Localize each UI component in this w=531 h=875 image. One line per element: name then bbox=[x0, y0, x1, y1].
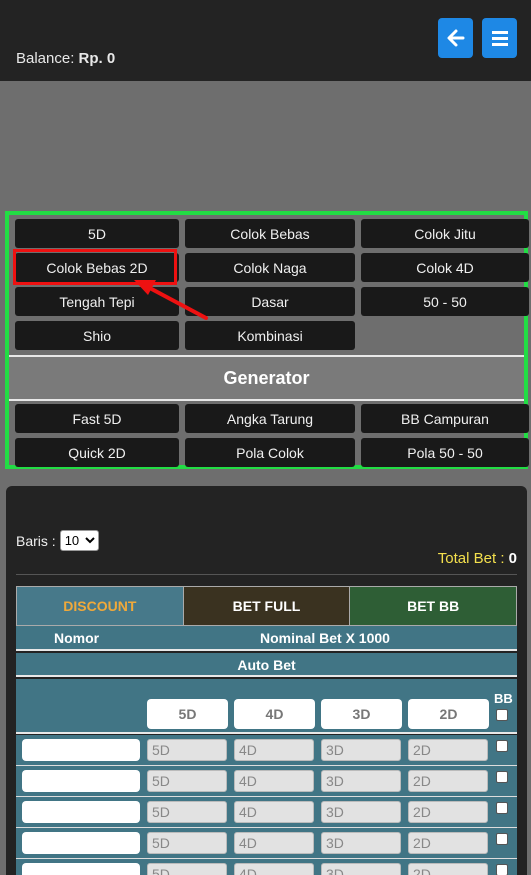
nomor-input[interactable] bbox=[22, 770, 140, 792]
game-kombinasi-button[interactable]: Kombinasi bbox=[185, 321, 355, 350]
tab-bet-bb[interactable]: BET BB bbox=[350, 587, 517, 625]
bb-checkbox[interactable] bbox=[496, 802, 508, 814]
bet-2d-input[interactable]: 2D bbox=[408, 770, 488, 792]
back-button[interactable] bbox=[438, 18, 473, 58]
gen-bb-campuran-button[interactable]: BB Campuran bbox=[361, 404, 529, 433]
menu-button[interactable] bbox=[482, 18, 517, 58]
col-nomor: Nomor bbox=[54, 630, 100, 646]
bet-4d-input[interactable]: 4D bbox=[234, 832, 314, 854]
bet-2d-input[interactable]: 2D bbox=[408, 832, 488, 854]
bet-4d-input[interactable]: 4D bbox=[234, 863, 314, 875]
bet-2d-input[interactable]: 2D bbox=[408, 863, 488, 875]
bb-checkbox[interactable] bbox=[496, 833, 508, 845]
bet-3d-input[interactable]: 3D bbox=[321, 863, 401, 875]
nomor-input[interactable] bbox=[22, 739, 140, 761]
gen-pola-50-50-button[interactable]: Pola 50 - 50 bbox=[361, 438, 529, 467]
bet-5d-input[interactable]: 5D bbox=[147, 801, 227, 823]
bet-3d-input[interactable]: 3D bbox=[321, 770, 401, 792]
bet-4d-input[interactable]: 4D bbox=[234, 739, 314, 761]
balance-display: Balance: Rp. 0 bbox=[16, 50, 115, 67]
bet-5d-input[interactable]: 5D bbox=[147, 770, 227, 792]
balance-label: Balance: bbox=[16, 50, 75, 67]
game-shio-button[interactable]: Shio bbox=[15, 321, 179, 350]
auto-5d-input[interactable]: 5D bbox=[147, 699, 228, 729]
auto-2d-input[interactable]: 2D bbox=[408, 699, 489, 729]
nomor-input[interactable] bbox=[22, 832, 140, 854]
bb-checkbox[interactable] bbox=[496, 740, 508, 752]
game-colok-naga-button[interactable]: Colok Naga bbox=[185, 253, 355, 282]
col-nominal: Nominal Bet X 1000 bbox=[260, 630, 390, 646]
bet-4d-input[interactable]: 4D bbox=[234, 801, 314, 823]
game-menu: 5D Colok Bebas Colok Jitu Colok Bebas 2D… bbox=[5, 211, 529, 469]
table-row: 5D 4D 3D 2D bbox=[16, 766, 517, 797]
bet-4d-input[interactable]: 4D bbox=[234, 770, 314, 792]
game-5d-button[interactable]: 5D bbox=[15, 219, 179, 248]
total-bet: Total Bet : 0 bbox=[438, 550, 517, 567]
top-bar: Balance: Rp. 0 bbox=[0, 0, 531, 81]
tab-bet-full[interactable]: BET FULL bbox=[182, 587, 351, 625]
bet-3d-input[interactable]: 3D bbox=[321, 801, 401, 823]
gen-quick-2d-button[interactable]: Quick 2D bbox=[15, 438, 179, 467]
bet-2d-input[interactable]: 2D bbox=[408, 739, 488, 761]
hamburger-menu-icon bbox=[491, 31, 508, 46]
table-row: 5D 4D 3D 2D bbox=[16, 828, 517, 859]
game-50-50-button[interactable]: 50 - 50 bbox=[361, 287, 529, 316]
auto-bet-row: 5D 4D 3D 2D BB bbox=[16, 679, 517, 734]
table-row: 5D 4D 3D 2D bbox=[16, 735, 517, 766]
nomor-input[interactable] bbox=[22, 863, 140, 875]
bb-all-checkbox[interactable] bbox=[496, 709, 508, 721]
baris-select[interactable]: 10 bbox=[59, 530, 99, 551]
auto-bet-heading: Auto Bet bbox=[16, 653, 517, 677]
baris-label: Baris : bbox=[16, 532, 56, 549]
table-row: 5D 4D 3D 2D bbox=[16, 797, 517, 828]
bet-panel: Baris : 10 Total Bet : 0 DISCOUNT BET FU… bbox=[6, 486, 527, 875]
tab-discount[interactable]: DISCOUNT bbox=[17, 587, 183, 625]
bb-label: BB bbox=[494, 691, 513, 706]
game-colok-bebas-button[interactable]: Colok Bebas bbox=[185, 219, 355, 248]
arrow-left-icon bbox=[447, 29, 464, 47]
bb-checkbox[interactable] bbox=[496, 864, 508, 875]
nomor-input[interactable] bbox=[22, 801, 140, 823]
bet-5d-input[interactable]: 5D bbox=[147, 739, 227, 761]
baris-control: Baris : 10 bbox=[16, 530, 99, 551]
game-colok-jitu-button[interactable]: Colok Jitu bbox=[361, 219, 529, 248]
bet-5d-input[interactable]: 5D bbox=[147, 832, 227, 854]
bet-5d-input[interactable]: 5D bbox=[147, 863, 227, 875]
total-bet-label: Total Bet : bbox=[437, 550, 505, 567]
bb-checkbox[interactable] bbox=[496, 771, 508, 783]
gen-fast-5d-button[interactable]: Fast 5D bbox=[15, 404, 179, 433]
bet-2d-input[interactable]: 2D bbox=[408, 801, 488, 823]
table-row: 5D 4D 3D 2D bbox=[16, 859, 517, 875]
bet-3d-input[interactable]: 3D bbox=[321, 832, 401, 854]
game-tengah-tepi-button[interactable]: Tengah Tepi bbox=[15, 287, 179, 316]
bet-3d-input[interactable]: 3D bbox=[321, 739, 401, 761]
balance-value: Rp. 0 bbox=[78, 50, 116, 67]
table-header: Nomor Nominal Bet X 1000 bbox=[16, 626, 517, 651]
game-dasar-button[interactable]: Dasar bbox=[185, 287, 355, 316]
gen-angka-tarung-button[interactable]: Angka Tarung bbox=[185, 404, 355, 433]
generator-heading: Generator bbox=[9, 355, 524, 401]
divider bbox=[16, 574, 517, 575]
total-bet-value: 0 bbox=[508, 550, 517, 567]
gen-pola-colok-button[interactable]: Pola Colok bbox=[185, 438, 355, 467]
auto-3d-input[interactable]: 3D bbox=[321, 699, 402, 729]
game-colok-4d-button[interactable]: Colok 4D bbox=[361, 253, 529, 282]
bet-tabs: DISCOUNT BET FULL BET BB bbox=[16, 586, 517, 626]
auto-4d-input[interactable]: 4D bbox=[234, 699, 315, 729]
game-colok-bebas-2d-button[interactable]: Colok Bebas 2D bbox=[15, 253, 179, 282]
